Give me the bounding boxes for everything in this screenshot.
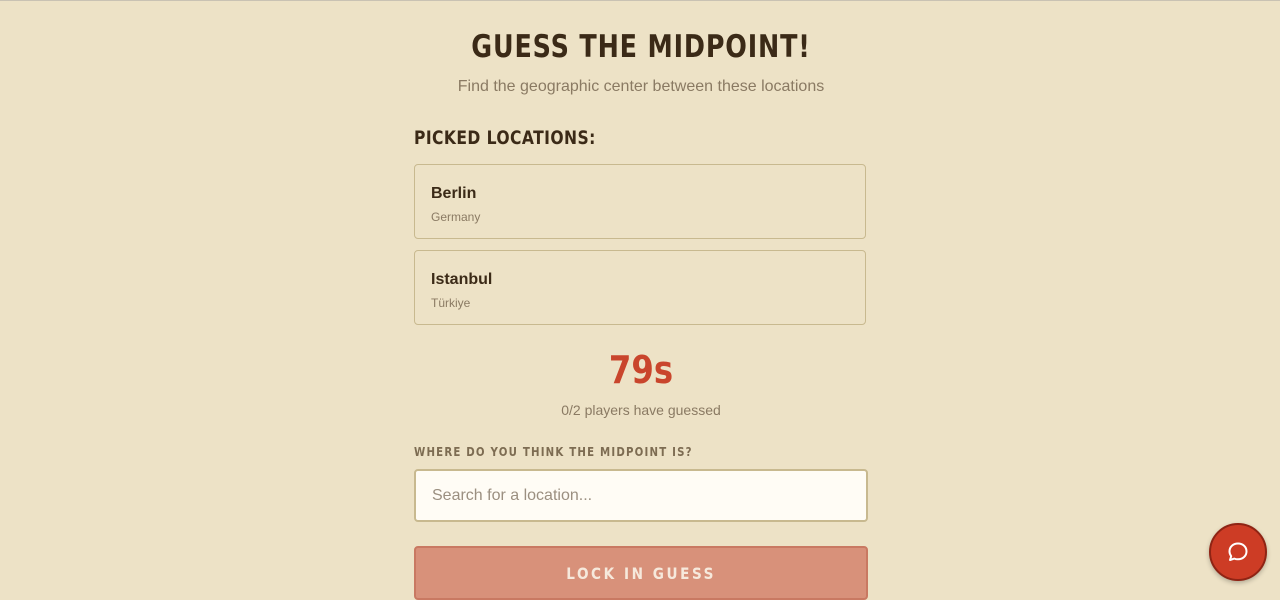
chat-button[interactable]	[1209, 523, 1267, 581]
lock-in-guess-button[interactable]: LOCK IN GUESS	[414, 546, 868, 600]
lock-in-guess-label: LOCK IN GUESS	[566, 563, 716, 583]
location-name: Istanbul	[431, 271, 493, 288]
page-subtitle: Find the geographic center between these…	[457, 78, 825, 95]
location-card: Istanbul Türkiye	[414, 250, 866, 325]
location-name: Berlin	[431, 185, 477, 202]
countdown-timer: 79s	[608, 348, 674, 392]
chat-bubble-icon	[1226, 540, 1250, 564]
location-country: Türkiye	[431, 296, 471, 310]
page-title: GUESS THE MIDPOINT!	[471, 29, 811, 65]
players-guessed-status: 0/2 players have guessed	[561, 402, 721, 418]
location-card: Berlin Germany	[414, 164, 866, 239]
location-search-input[interactable]	[414, 469, 868, 522]
picked-locations-heading: PICKED LOCATIONS:	[414, 127, 596, 149]
midpoint-field-label: WHERE DO YOU THINK THE MIDPOINT IS?	[414, 445, 693, 459]
location-country: Germany	[431, 210, 481, 224]
